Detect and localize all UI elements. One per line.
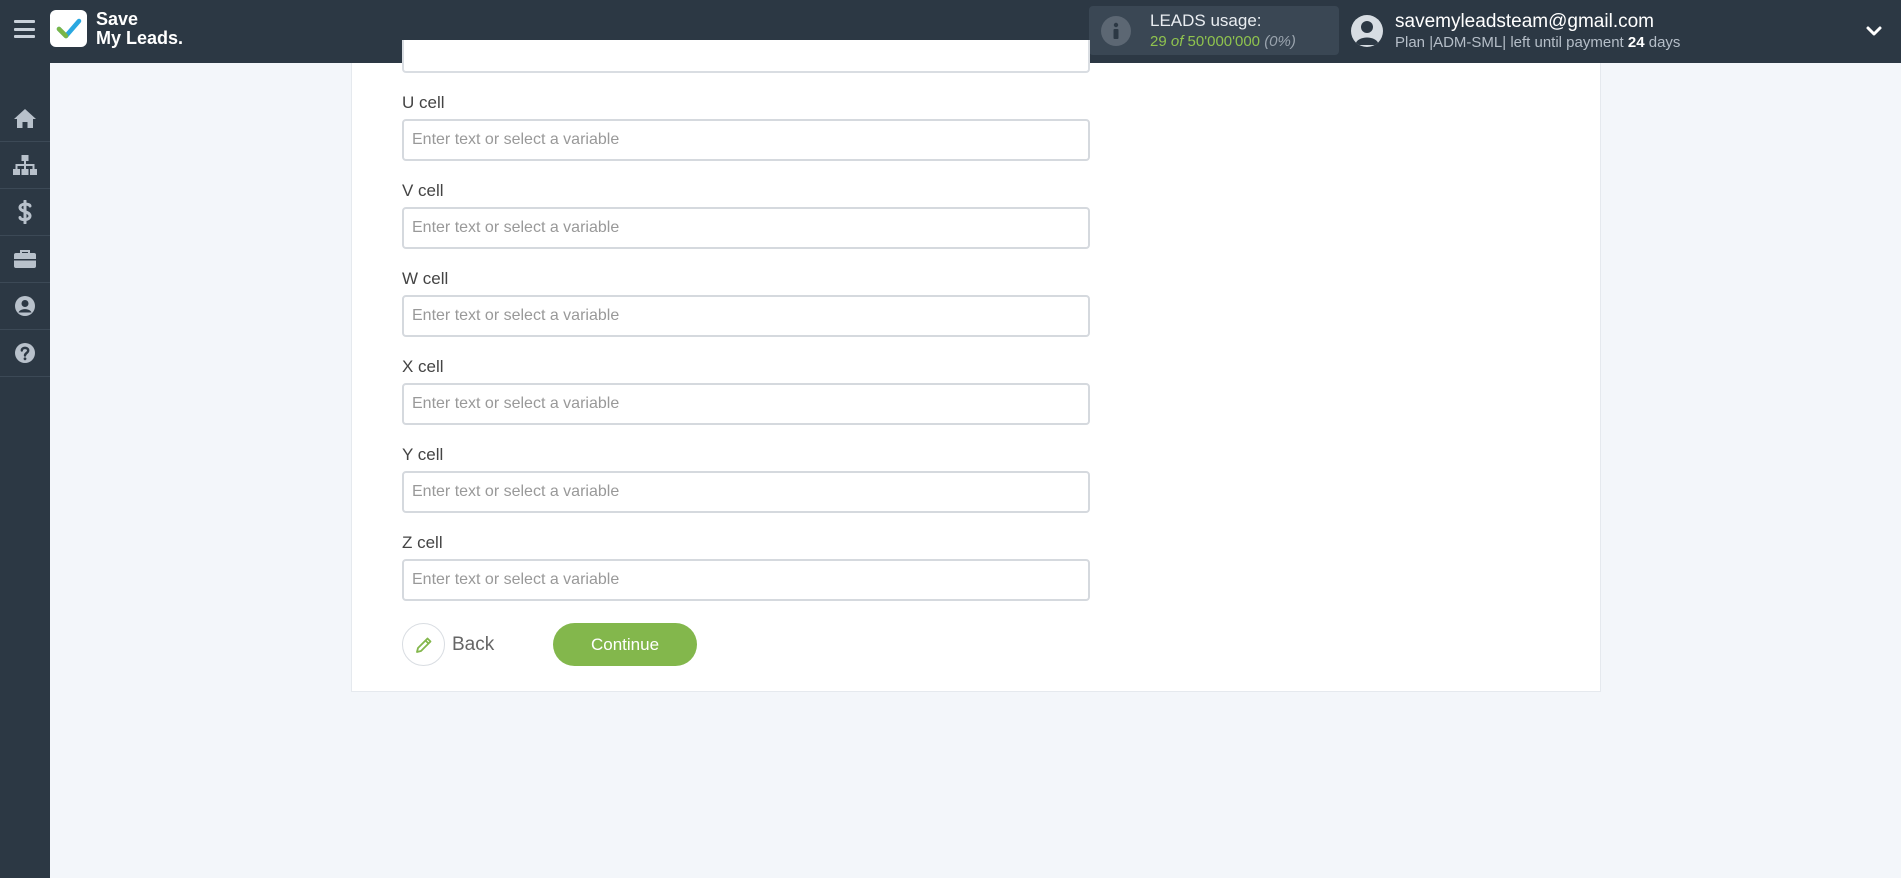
w-cell-input[interactable] [402, 295, 1090, 337]
dollar-icon [18, 200, 32, 224]
leads-usage-panel: LEADS usage: 29 of 50'000'000 (0%) [1089, 6, 1339, 55]
field-label-w: W cell [402, 269, 449, 288]
sidebar-item-billing[interactable] [0, 189, 50, 236]
account-plan: Plan |ADM-SML| left until payment 24 day… [1395, 34, 1680, 51]
briefcase-icon [14, 250, 36, 268]
usage-used: 29 [1150, 33, 1167, 50]
usage-percent: (0%) [1264, 33, 1296, 50]
sidebar-item-tools[interactable] [0, 236, 50, 283]
usage-of: of [1170, 33, 1184, 50]
field-label-y: Y cell [402, 445, 444, 464]
help-circle-icon [15, 343, 35, 363]
logo-line2: My Leads. [96, 28, 184, 48]
plan-days: 24 [1627, 34, 1645, 51]
usage-limit: 50'000'000 [1187, 33, 1261, 50]
pencil-icon [402, 623, 445, 666]
home-icon [14, 109, 36, 128]
sidebar-item-connections[interactable] [0, 142, 50, 189]
chevron-down-icon[interactable] [1865, 22, 1883, 40]
y-cell-input[interactable] [402, 471, 1090, 513]
x-cell-input[interactable] [402, 383, 1090, 425]
sidebar-item-help[interactable] [0, 330, 50, 377]
sitemap-icon [13, 155, 37, 175]
info-icon [1101, 16, 1131, 46]
v-cell-input[interactable] [402, 207, 1090, 249]
menu-icon[interactable] [14, 20, 35, 38]
plan-days-suffix: days [1648, 34, 1681, 51]
field-label-x: X cell [402, 357, 444, 376]
logo-text[interactable]: Save My Leads. [96, 10, 183, 48]
user-circle-icon [15, 296, 35, 316]
logo-check-icon[interactable] [50, 10, 87, 47]
field-label-v: V cell [402, 181, 444, 200]
z-cell-input[interactable] [402, 559, 1090, 601]
account-email[interactable]: savemyleadsteam@gmail.com [1395, 11, 1654, 33]
field-label-u: U cell [402, 93, 445, 112]
sidebar [0, 63, 50, 878]
usage-value: 29 of 50'000'000 (0%) [1150, 33, 1296, 50]
sidebar-item-profile[interactable] [0, 283, 50, 330]
plan-text: Plan |ADM-SML| left until payment [1395, 34, 1624, 51]
logo-line1: Save [96, 9, 139, 29]
sidebar-item-home[interactable] [0, 95, 50, 142]
previous-field-input[interactable] [402, 40, 1090, 73]
back-label: Back [452, 633, 495, 655]
avatar[interactable] [1351, 15, 1383, 47]
back-button[interactable]: Back [402, 623, 494, 666]
usage-label: LEADS usage: [1150, 11, 1262, 30]
field-label-z: Z cell [402, 533, 443, 552]
u-cell-input[interactable] [402, 119, 1090, 161]
continue-button[interactable]: Continue [553, 623, 697, 666]
